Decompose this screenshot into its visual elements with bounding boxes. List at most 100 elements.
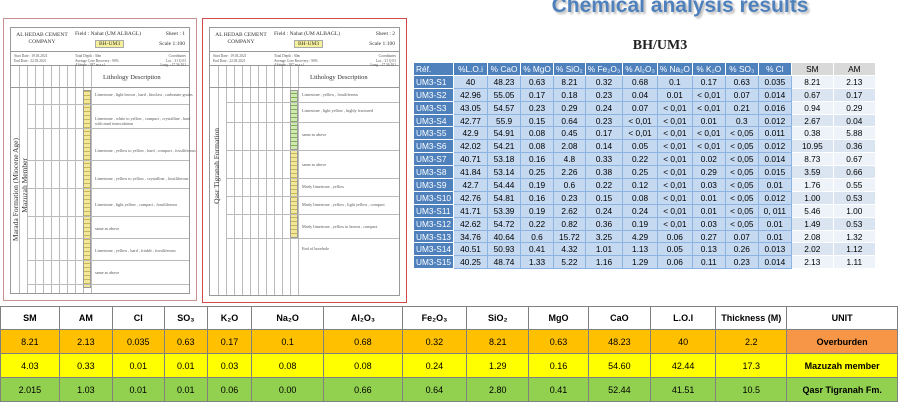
table-cell: 0.07 [724,229,759,244]
table-cell: 0.03 [691,216,726,231]
table-cell: 0.24 [584,100,624,115]
table-cell: 0.00 [251,377,325,402]
sample-ref-cell: UM3-S4 [412,113,455,128]
table-cell: 0.16 [520,190,555,205]
table-cell: < 0,01 [656,113,693,128]
table-cell: 43.05 [453,100,489,115]
sample-ref-cell: UM3-S13 [412,229,455,244]
table-cell: 0.05 [656,242,693,257]
column-header: Lithology Description [210,66,399,88]
litho-description: Limestone , yellow to yellow , hard , co… [95,148,196,153]
table-cell: 54.91 [487,126,522,141]
col-header: Cl [111,306,165,330]
table-cell: 3.59 [790,165,834,180]
table-cell: 2.67 [790,113,834,128]
table-cell: < 0,05 [724,190,759,205]
table-cell: 42.7 [453,178,489,192]
table-cell: 0, 011 [757,203,792,218]
table-cell: < 0,01 [691,100,726,115]
table-cell: 0.18 [553,87,586,102]
table-cell: 0.03 [206,353,253,378]
table-cell: 2.2 [715,329,788,354]
table-cell: 0.94 [790,100,834,115]
sample-ref-cell: UM3-S12 [412,216,455,231]
table-cell: 42.62 [453,216,489,231]
table-cell: 1.11 [832,255,876,270]
table-cell: < 0,05 [724,139,759,154]
table-cell: 0.16 [520,152,555,167]
end-date: End Date : 22.03.2021 [213,58,246,63]
lithology-column [290,150,298,238]
field-name: Field : Nahat (UM ALBAGL) [274,31,340,37]
table-cell: 0.24 [401,353,468,378]
table-cell: 0.014 [757,152,792,167]
litho-description: same as above [302,132,327,137]
table-cell: 0.13 [691,242,726,257]
litho-description: Limestone , light yellow , compact , fos… [95,202,178,207]
table-cell: 0.11 [691,255,726,270]
table-row: UM3-S14 40.51 50.93 0.41 4.32 1.01 1.13 0.05 0.1… [412,242,876,257]
table-cell: 0.14 [584,139,624,154]
col-header: Réf. [412,62,455,76]
table-cell: 1.32 [832,229,876,244]
table-cell: 0.33 [58,353,113,378]
table-cell: 0.19 [520,178,555,192]
table-row: UM3-S11 41.71 53.39 0.19 2.62 0.24 0.24 < 0,01 0… [412,203,876,218]
table-cell: 0.035 [111,329,165,354]
table-row: UM3-S2 42.96 55.05 0.17 0.18 0.23 0.04 0.01 < 0,… [412,87,876,102]
table-cell: 8.21 [790,74,834,89]
table-cell: 0.32 [401,329,468,354]
col-header: %L.O.i [453,62,489,76]
end-date: End Date : 22.03.2021 [14,58,47,63]
table-cell: 0.01 [691,190,726,205]
summary-row: 4.03 0.33 0.01 0.01 0.03 0.08 0.08 0.24 1.29 0.16… [0,353,898,378]
table-cell: 2.13 [832,74,876,89]
table-cell: 48.23 [587,329,652,354]
table-cell: 2.015 [0,377,60,402]
table-cell: 41.71 [453,203,489,218]
table-cell: 0.02 [691,152,726,167]
table-cell: < 0,05 [724,203,759,218]
table-cell: 0.67 [832,152,876,167]
unit-name-cell: Qasr Tigranah Fm. [786,377,898,402]
col-header: SO₃ [163,306,208,330]
table-cell: 0.22 [520,216,555,231]
col-header: UNIT [786,306,898,330]
col-header: % Fe₂O₃ [584,62,624,76]
table-cell: 0.29 [553,100,586,115]
table-cell: 0.25 [622,165,658,180]
start-date: Start Date : 19.03.2021 [14,54,48,58]
table-cell: 2.13 [58,329,113,354]
table-cell: 1.49 [790,216,834,231]
table-cell: 0.17 [206,329,253,354]
borehole-subtitle: BH/UM3 [632,38,688,53]
col-header: Al₂O₃ [323,306,403,330]
table-cell: 17.3 [715,353,788,378]
table-cell: 1.12 [832,242,876,257]
well-label: BH-UM3 [294,40,324,48]
col-header: CaO [587,306,652,330]
sample-ref-cell: UM3-S15 [412,255,455,270]
table-cell: 0.08 [251,353,325,378]
table-cell: 48.23 [487,74,522,89]
table-cell: 0.32 [584,74,624,89]
table-cell: 0.12 [622,178,658,192]
member-label: Mazuzah Member [20,158,29,213]
table-cell: < 0,05 [724,126,759,141]
table-cell: 0.01 [656,87,693,102]
table-row: UM3-S10 42.76 54.81 0.16 0.23 0.15 0.08 < 0,01 0… [412,190,876,205]
table-cell: 0.53 [832,216,876,231]
col-header: MgO [528,306,589,330]
table-cell: < 0,01 [656,139,693,154]
sample-ref-cell: UM3-S6 [412,139,455,154]
litho-description: same as above [302,162,327,167]
table-cell: 42.77 [453,113,489,128]
table-cell: 0.07 [724,87,759,102]
table-cell: 0.23 [584,113,624,128]
col-header: Thickness (M) [715,306,788,330]
summary-header-row: SM AM Cl SO₃ K₂O Na₂O Al₂O₃ Fe₂O₃ SiO₂ M… [0,306,898,330]
table-cell: 1.76 [790,178,834,192]
table-cell: 2.02 [790,242,834,257]
litho-description: same as above [95,226,120,231]
table-row: UM3-S1 40 48.23 0.63 8.21 0.32 0.68 0.1 0.17 0.63… [412,74,876,89]
